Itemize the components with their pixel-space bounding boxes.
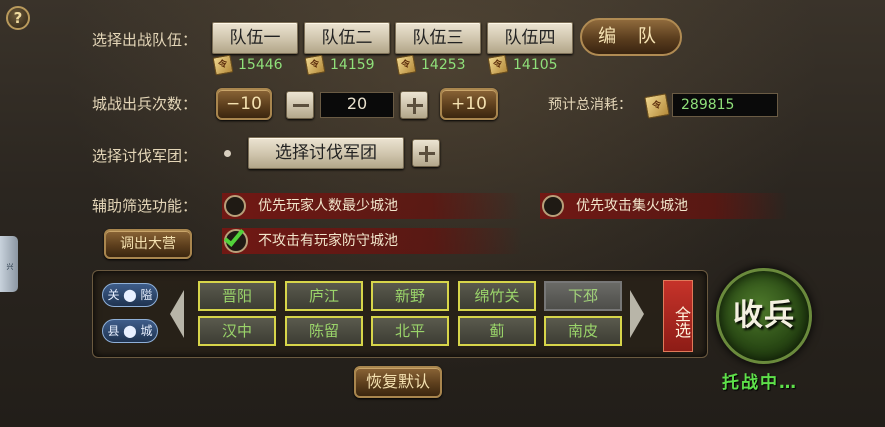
team-4-count: 14105 (513, 57, 558, 73)
select-all-button[interactable]: 全选 (663, 280, 693, 352)
city-xinye[interactable]: 新野 (371, 281, 449, 311)
city-mianzhuguan[interactable]: 绵竹关 (458, 281, 536, 311)
filter-option-3-checkbox[interactable] (223, 225, 248, 253)
plus-10-button[interactable]: +10 (440, 88, 498, 120)
city-hanzhong[interactable]: 汉中 (198, 316, 276, 346)
auto-battle-status: 托战中… (722, 373, 798, 393)
legion-dot (224, 150, 231, 157)
team-3-button[interactable]: 队伍三 (395, 22, 481, 54)
plus-icon-v (413, 98, 416, 114)
city-lujiang[interactable]: 庐江 (285, 281, 363, 311)
token-icon: 令 (212, 54, 234, 76)
city-nanpi[interactable]: 南皮 (544, 316, 622, 346)
summon-camp-button[interactable]: 调出大营 (104, 229, 192, 259)
type-city: 城 (140, 324, 153, 338)
city-xiapi[interactable]: 下邳 (544, 281, 622, 311)
next-arrow-icon[interactable] (630, 290, 644, 338)
reset-default-button[interactable]: 恢复默认 (354, 366, 442, 398)
token-icon: 令 (487, 54, 509, 76)
filter-option-1-label: 优先玩家人数最少城池 (258, 198, 398, 214)
collect-troops-button[interactable]: 收兵 (716, 268, 812, 364)
minus-10-button[interactable]: −10 (216, 88, 272, 120)
filter-option-1-radio[interactable] (224, 195, 246, 217)
type-strait: 隘 (140, 288, 153, 302)
help-icon[interactable]: ? (6, 6, 30, 30)
city-jinyang[interactable]: 晋阳 (198, 281, 276, 311)
token-icon: 令 (304, 54, 326, 76)
plus-icon-v (425, 146, 428, 162)
filter-option-3-label: 不攻击有玩家防守城池 (258, 233, 398, 249)
type-county-badge[interactable]: 县 ⬤ 城 (102, 319, 158, 343)
attack-count-label: 城战出兵次数： (92, 95, 198, 113)
city-ji[interactable]: 蓟 (458, 316, 536, 346)
team-2-button[interactable]: 队伍二 (304, 22, 390, 54)
team-3-count: 14253 (421, 57, 466, 73)
cost-value: 289815 (672, 93, 778, 117)
filter-label: 辅助筛选功能： (92, 197, 198, 215)
filter-option-2[interactable]: 优先攻击集火城池 (540, 193, 788, 219)
add-legion-button[interactable] (412, 139, 440, 167)
minus-icon (293, 104, 309, 107)
cost-label: 预计总消耗： (548, 97, 632, 113)
edit-team-button[interactable]: 编 队 (580, 18, 682, 56)
city-beiping[interactable]: 北平 (371, 316, 449, 346)
select-legion-button[interactable]: 选择讨伐军团 (248, 137, 404, 169)
team-1-count: 15446 (238, 57, 283, 73)
team-1-button[interactable]: 队伍一 (212, 22, 298, 54)
type-county: 县 (107, 324, 120, 338)
prev-arrow-icon[interactable] (170, 290, 184, 338)
side-tab[interactable]: 兴 (0, 236, 18, 292)
team-4-button[interactable]: 队伍四 (487, 22, 573, 54)
filter-option-1[interactable]: 优先玩家人数最少城池 (222, 193, 522, 219)
city-chenliu[interactable]: 陈留 (285, 316, 363, 346)
legion-label: 选择讨伐军团： (92, 147, 198, 165)
minus-button[interactable] (286, 91, 314, 119)
side-tab-label: 兴 (6, 262, 14, 270)
filter-option-3[interactable]: 不攻击有玩家防守城池 (222, 228, 522, 254)
filter-option-2-radio[interactable] (542, 195, 564, 217)
attack-count-input[interactable]: 20 (320, 92, 394, 118)
team-2-count: 14159 (330, 57, 375, 73)
plus-button[interactable] (400, 91, 428, 119)
filter-option-2-label: 优先攻击集火城池 (576, 198, 688, 214)
team-label: 选择出战队伍： (92, 31, 198, 49)
type-pass: 关 (107, 288, 120, 302)
type-pass-badge[interactable]: 关 ⬤ 隘 (102, 283, 158, 307)
token-icon: 令 (644, 93, 670, 119)
token-icon: 令 (395, 54, 417, 76)
